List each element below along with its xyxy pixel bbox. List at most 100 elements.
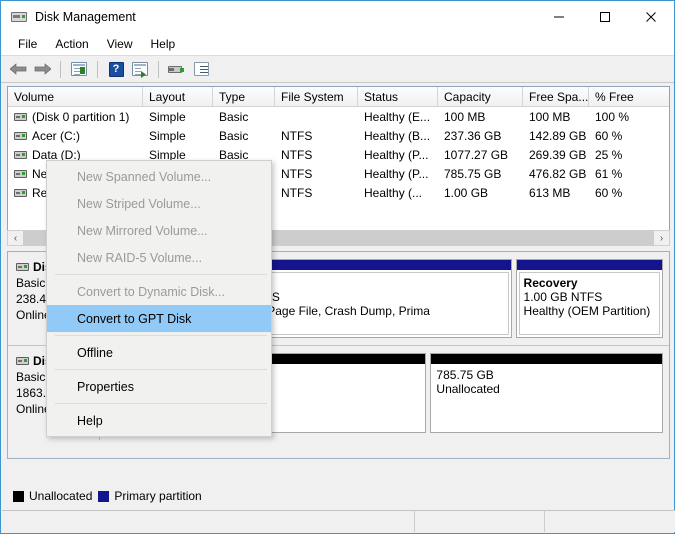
cell-status: Healthy (P... xyxy=(358,167,438,181)
menu-item-new-raid5-volume[interactable]: New RAID-5 Volume... xyxy=(47,244,271,271)
properties-list-icon xyxy=(194,62,209,76)
column-header-status[interactable]: Status xyxy=(358,87,438,107)
partition-size: 1.00 GB NTFS xyxy=(524,290,655,304)
cell-type: Basic xyxy=(213,110,275,124)
menu-item-properties[interactable]: Properties xyxy=(47,373,271,400)
scroll-left-arrow-icon[interactable]: ‹ xyxy=(8,231,23,245)
cell-status: Healthy (... xyxy=(358,186,438,200)
column-header-free-space[interactable]: Free Spa... xyxy=(523,87,589,107)
menu-item-offline[interactable]: Offline xyxy=(47,339,271,366)
toolbar: ? xyxy=(1,56,674,83)
partition-recovery[interactable]: Recovery 1.00 GB NTFS Healthy (OEM Parti… xyxy=(516,259,663,338)
disk-icon xyxy=(16,357,29,365)
cell-capacity: 1.00 GB xyxy=(438,186,523,200)
volume-icon xyxy=(14,170,27,178)
context-menu: New Spanned Volume... New Striped Volume… xyxy=(46,160,272,437)
status-section-2 xyxy=(415,511,545,532)
cell-capacity: 100 MB xyxy=(438,110,523,124)
cell-percent-free: 61 % xyxy=(589,167,669,181)
legend-label: Unallocated xyxy=(29,489,92,503)
cell-file-system: NTFS xyxy=(275,186,358,200)
cell-percent-free: 100 % xyxy=(589,110,669,124)
menu-item-convert-to-dynamic-disk[interactable]: Convert to Dynamic Disk... xyxy=(47,278,271,305)
help-button[interactable]: ? xyxy=(105,58,127,80)
legend-swatch-unallocated xyxy=(13,491,24,502)
column-header-capacity[interactable]: Capacity xyxy=(438,87,523,107)
partition-name: Recovery xyxy=(524,276,655,290)
menu-item-new-spanned-volume[interactable]: New Spanned Volume... xyxy=(47,163,271,190)
status-section-1 xyxy=(2,511,415,532)
disk-icon xyxy=(168,63,186,76)
partition-status: Unallocated xyxy=(436,382,657,396)
menu-item-help[interactable]: Help xyxy=(47,407,271,434)
menu-item-convert-to-gpt-disk[interactable]: Convert to GPT Disk xyxy=(47,305,271,332)
console-tree-icon xyxy=(71,62,87,76)
cell-capacity: 785.75 GB xyxy=(438,167,523,181)
legend: Unallocated Primary partition xyxy=(7,486,670,506)
toolbar-separator-2 xyxy=(97,61,98,78)
cell-free-space: 613 MB xyxy=(523,186,589,200)
cell-percent-free: 60 % xyxy=(589,129,669,143)
action-pane-icon xyxy=(132,62,148,76)
cell-percent-free: 60 % xyxy=(589,186,669,200)
show-hide-console-tree-button[interactable] xyxy=(68,58,90,80)
maximize-icon[interactable] xyxy=(582,1,628,33)
column-header-layout[interactable]: Layout xyxy=(143,87,213,107)
cell-status: Healthy (P... xyxy=(358,148,438,162)
title-bar: Disk Management xyxy=(1,1,674,33)
disk-icon xyxy=(16,263,29,271)
forward-button[interactable] xyxy=(31,58,53,80)
volume-icon xyxy=(14,189,27,197)
menu-file[interactable]: File xyxy=(9,35,46,53)
cell-volume: Acer (C:) xyxy=(32,129,80,143)
window-controls xyxy=(536,1,674,33)
volume-icon xyxy=(14,132,27,140)
column-header-file-system[interactable]: File System xyxy=(275,87,358,107)
menu-view[interactable]: View xyxy=(98,35,142,53)
partition-unallocated-2[interactable]: 785.75 GB Unallocated xyxy=(430,353,663,433)
menu-separator xyxy=(55,403,267,404)
column-header-type[interactable]: Type xyxy=(213,87,275,107)
cell-free-space: 100 MB xyxy=(523,110,589,124)
menu-item-new-striped-volume[interactable]: New Striped Volume... xyxy=(47,190,271,217)
help-question-icon: ? xyxy=(109,62,124,77)
show-hide-action-pane-button[interactable] xyxy=(129,58,151,80)
minimize-icon[interactable] xyxy=(536,1,582,33)
menu-help[interactable]: Help xyxy=(142,35,185,53)
cell-status: Healthy (B... xyxy=(358,129,438,143)
cell-capacity: 237.36 GB xyxy=(438,129,523,143)
disk-management-window: Disk Management File Action View Help xyxy=(0,0,675,534)
close-icon[interactable] xyxy=(628,1,674,33)
window-title: Disk Management xyxy=(35,10,136,24)
cell-free-space: 476.82 GB xyxy=(523,167,589,181)
menu-bar: File Action View Help xyxy=(1,33,674,56)
legend-label: Primary partition xyxy=(114,489,201,503)
legend-item-unallocated: Unallocated xyxy=(13,489,92,503)
legend-item-primary-partition: Primary partition xyxy=(98,489,201,503)
cell-layout: Simple xyxy=(143,110,213,124)
legend-swatch-primary xyxy=(98,491,109,502)
toolbar-separator xyxy=(60,61,61,78)
back-button[interactable] xyxy=(7,58,29,80)
scroll-right-arrow-icon[interactable]: › xyxy=(654,231,669,245)
disk-management-icon xyxy=(11,10,27,24)
rescan-disks-button[interactable] xyxy=(166,58,188,80)
menu-action[interactable]: Action xyxy=(46,35,97,53)
toolbar-separator-3 xyxy=(158,61,159,78)
properties-button[interactable] xyxy=(190,58,212,80)
cell-free-space: 142.89 GB xyxy=(523,129,589,143)
column-header-percent-free[interactable]: % Free xyxy=(589,87,669,107)
table-row[interactable]: Acer (C:) Simple Basic NTFS Healthy (B..… xyxy=(8,126,669,145)
partition-color-bar xyxy=(517,260,662,270)
cell-capacity: 1077.27 GB xyxy=(438,148,523,162)
menu-separator xyxy=(55,335,267,336)
column-header-volume[interactable]: Volume xyxy=(8,87,143,107)
cell-percent-free: 25 % xyxy=(589,148,669,162)
table-row[interactable]: (Disk 0 partition 1) Simple Basic Health… xyxy=(8,107,669,126)
menu-item-new-mirrored-volume[interactable]: New Mirrored Volume... xyxy=(47,217,271,244)
cell-layout: Simple xyxy=(143,129,213,143)
cell-type: Basic xyxy=(213,129,275,143)
menu-separator xyxy=(55,274,267,275)
volume-icon xyxy=(14,113,27,121)
partition-status: Healthy (OEM Partition) xyxy=(524,304,655,318)
